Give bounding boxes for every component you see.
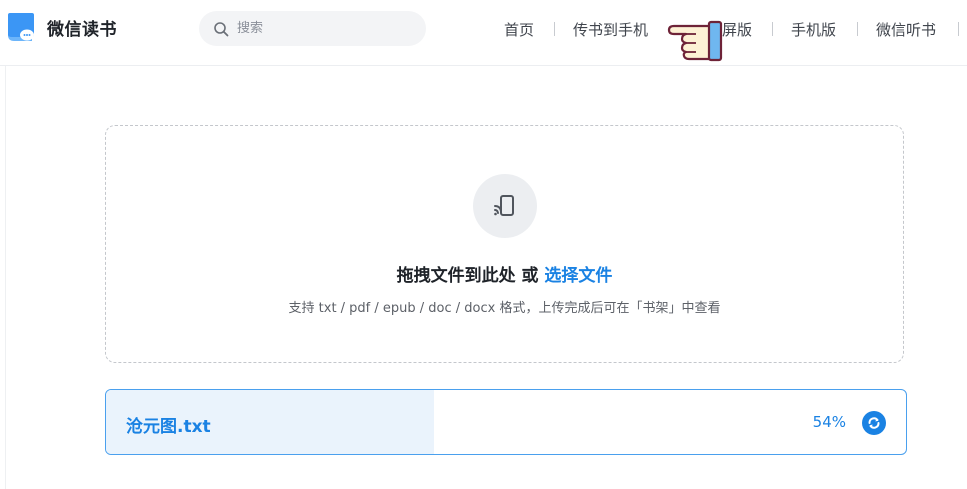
app-name: 微信读书 [47, 19, 117, 40]
nav-home[interactable]: 首页 [504, 19, 534, 40]
cast-to-phone-icon [494, 195, 514, 216]
choose-file-link[interactable]: 选择文件 [544, 266, 612, 286]
upload-file-row: 沧元图.txt 54% [105, 389, 907, 455]
nav-divider [857, 22, 858, 36]
file-name: 沧元图.txt [126, 417, 211, 437]
upload-percent: 54% [812, 413, 846, 431]
search-box[interactable] [199, 11, 426, 46]
dropzone-title-text: 拖拽文件到此处 或 [396, 266, 545, 286]
nav-screen-version[interactable]: 屏版 [722, 19, 752, 40]
page-left-border [5, 66, 6, 489]
dropzone-hint: 支持 txt / pdf / epub / doc / docx 格式，上传完成… [288, 301, 721, 316]
nav-divider [958, 22, 959, 36]
dropzone-title: 拖拽文件到此处 或 选择文件 [106, 261, 903, 286]
nav-wechat-listen[interactable]: 微信听书 [876, 19, 936, 40]
nav-divider [554, 22, 555, 36]
refresh-button[interactable] [862, 411, 886, 435]
app-logo[interactable]: 微信读书 [5, 11, 117, 43]
logo-book-icon [5, 11, 37, 43]
upload-dropzone[interactable]: 拖拽文件到此处 或 选择文件 支持 txt / pdf / epub / doc… [105, 125, 904, 363]
nav-divider [772, 22, 773, 36]
search-icon [214, 21, 229, 36]
nav-send-book-to-phone[interactable]: 传书到手机 [573, 19, 648, 40]
pointing-hand-cursor-icon [660, 14, 726, 62]
search-input[interactable] [235, 20, 419, 37]
refresh-icon [868, 417, 880, 429]
upload-icon-circle [473, 174, 537, 238]
nav-mobile-version[interactable]: 手机版 [791, 19, 836, 40]
top-header: 微信读书 首页 传书到手机 屏版 手机版 微信听书 [0, 0, 967, 66]
